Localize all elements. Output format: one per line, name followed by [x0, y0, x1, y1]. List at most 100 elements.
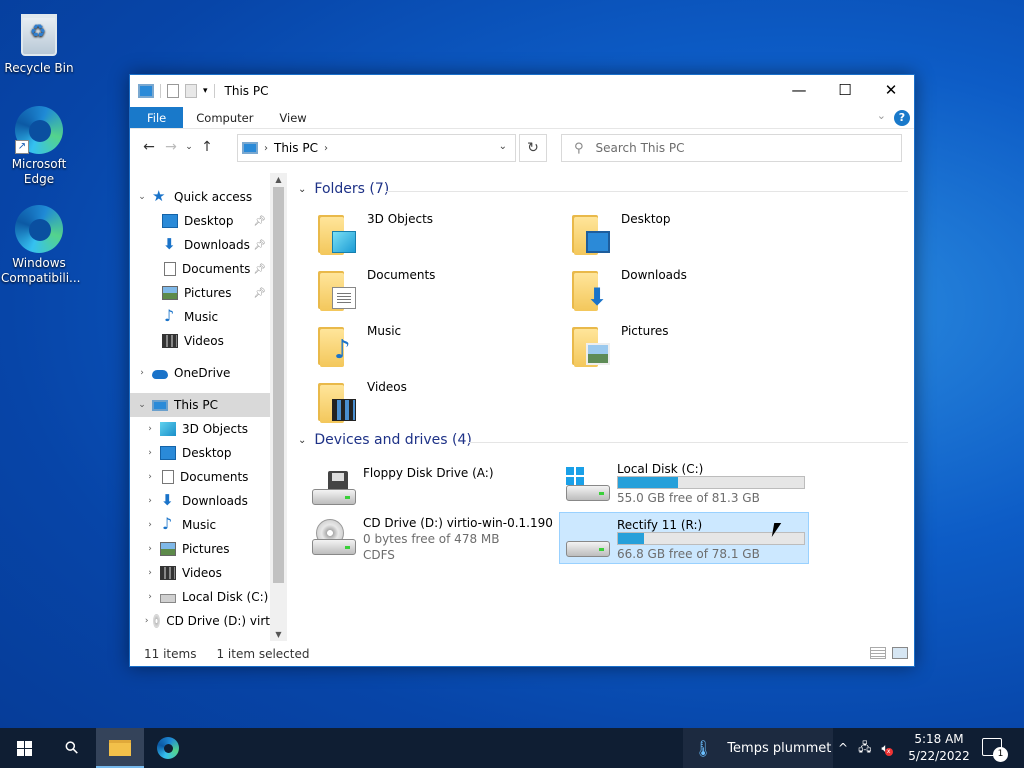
nav-item-label: Quick access: [174, 190, 253, 204]
recent-locations-chevron-icon[interactable]: ⌄: [182, 142, 196, 152]
back-arrow-icon[interactable]: ←: [138, 139, 160, 155]
nav-item-downloads[interactable]: Downloads 📌︎: [130, 233, 270, 257]
taskbar-file-explorer[interactable]: [96, 728, 144, 768]
nav-item-music[interactable]: › Music: [130, 513, 270, 537]
forward-arrow-icon[interactable]: →: [160, 139, 182, 155]
title-bar[interactable]: ▾ This PC — ☐ ✕: [130, 75, 914, 107]
expand-chevron-icon[interactable]: ›: [144, 424, 156, 434]
folder-item-3d-objects[interactable]: 3D Objects: [316, 209, 556, 265]
desktop-icon-recycle-bin[interactable]: Recycle Bin: [1, 10, 77, 76]
drive-name: Floppy Disk Drive (A:): [363, 466, 494, 480]
expand-chevron-icon[interactable]: ›: [144, 616, 149, 626]
nav-item-downloads[interactable]: › Downloads: [130, 489, 270, 513]
drive-usage-bar: [617, 476, 805, 489]
nav-item-music[interactable]: Music: [130, 305, 270, 329]
address-dropdown-chevron-icon[interactable]: ⌄: [499, 141, 507, 152]
expand-chevron-icon[interactable]: ›: [144, 448, 156, 458]
maximize-button[interactable]: ☐: [822, 75, 868, 105]
expand-chevron-icon[interactable]: ›: [136, 368, 148, 378]
action-center-icon[interactable]: 1: [982, 738, 1008, 762]
help-icon[interactable]: ?: [894, 110, 910, 126]
expand-chevron-icon[interactable]: ›: [144, 520, 156, 530]
nav-item-pictures[interactable]: Pictures 📌︎: [130, 281, 270, 305]
expand-chevron-icon[interactable]: ›: [144, 496, 156, 506]
tab-view[interactable]: View: [266, 107, 319, 128]
address-bar[interactable]: › This PC › ⌄: [237, 134, 516, 162]
collapse-chevron-icon[interactable]: ⌄: [298, 435, 306, 446]
tab-computer[interactable]: Computer: [183, 107, 266, 128]
folders-group-header[interactable]: ⌄ Folders (7): [298, 181, 389, 197]
expand-chevron-icon[interactable]: ›: [144, 592, 156, 602]
details-view-icon[interactable]: [870, 647, 886, 659]
folder-item-videos[interactable]: Videos: [316, 377, 556, 433]
close-button[interactable]: ✕: [868, 75, 914, 105]
drive-item-local-disk-c[interactable]: Local Disk (C:) 55.0 GB free of 81.3 GB: [560, 457, 810, 509]
nav-item-pictures[interactable]: › Pictures: [130, 537, 270, 561]
properties-icon[interactable]: [167, 84, 179, 98]
expand-chevron-icon[interactable]: ›: [144, 472, 156, 482]
minimize-button[interactable]: —: [776, 75, 822, 105]
expand-ribbon-chevron-icon[interactable]: ⌄: [877, 109, 886, 122]
drive-item-floppy-a[interactable]: Floppy Disk Drive (A:): [306, 461, 556, 513]
breadcrumb-chevron-icon[interactable]: ›: [264, 143, 268, 154]
start-button[interactable]: [0, 728, 48, 768]
thermometer-icon: 🌡︎: [693, 738, 714, 758]
expand-chevron-icon[interactable]: ›: [144, 544, 156, 554]
collapse-chevron-icon[interactable]: ⌄: [298, 184, 306, 195]
nav-item-videos[interactable]: Videos: [130, 329, 270, 353]
drive-item-cd-d[interactable]: CD Drive (D:) virtio-win-0.1.190 0 bytes…: [306, 511, 556, 565]
taskbar-edge[interactable]: [144, 728, 192, 768]
scroll-up-arrow-icon[interactable]: ▲: [270, 175, 287, 184]
collapse-chevron-icon[interactable]: ⌄: [136, 400, 148, 410]
volume-muted-icon[interactable]: 🔈︎ x: [881, 741, 893, 756]
network-icon[interactable]: 🖧︎: [858, 738, 871, 759]
item-count: 11 items: [144, 646, 197, 661]
expand-chevron-icon[interactable]: ›: [144, 568, 156, 578]
folder-item-desktop[interactable]: Desktop: [570, 209, 810, 265]
nav-item-label: Documents: [182, 262, 251, 276]
nav-item-label: Local Disk (C:): [182, 590, 269, 604]
nav-item-onedrive[interactable]: › OneDrive: [130, 361, 270, 385]
desktop-icon-label: Recycle Bin: [4, 61, 74, 75]
windows-disk-icon: [566, 467, 610, 503]
nav-item-quick-access[interactable]: ⌄ Quick access: [130, 185, 270, 209]
large-icons-view-icon[interactable]: [892, 647, 908, 659]
weather-widget[interactable]: 🌡︎ Temps plummet: [683, 728, 833, 768]
up-arrow-icon[interactable]: ↑: [196, 139, 218, 155]
folder-item-music[interactable]: Music: [316, 321, 556, 377]
scrollbar-thumb[interactable]: [273, 187, 284, 583]
breadcrumb-chevron-icon[interactable]: ›: [324, 143, 328, 154]
nav-item-desktop[interactable]: Desktop 📌︎: [130, 209, 270, 233]
scroll-down-arrow-icon[interactable]: ▼: [270, 630, 287, 639]
customize-toolbar-chevron-icon[interactable]: ▾: [203, 86, 208, 96]
desktop-icon-microsoft-edge[interactable]: ↗ Microsoft Edge: [1, 106, 77, 187]
disk-icon: [566, 523, 610, 559]
folder-item-downloads[interactable]: Downloads: [570, 265, 810, 321]
nav-item-this-pc[interactable]: ⌄ This PC: [130, 393, 270, 417]
nav-item-documents[interactable]: Documents 📌︎: [130, 257, 270, 281]
nav-item-videos[interactable]: › Videos: [130, 561, 270, 585]
tab-file[interactable]: File: [130, 107, 184, 128]
desktop-icon-windows-compatibility[interactable]: Windows Compatibili...: [1, 205, 80, 286]
nav-item-label: Pictures: [182, 542, 230, 556]
drive-usage-fill: [618, 477, 678, 488]
breadcrumb-this-pc[interactable]: This PC: [274, 141, 318, 155]
folder-item-pictures[interactable]: Pictures: [570, 321, 810, 377]
show-hidden-icons-chevron-icon[interactable]: ^: [838, 741, 848, 755]
search-button[interactable]: ⚲: [48, 728, 96, 768]
search-input[interactable]: ⚲ Search This PC: [561, 134, 902, 162]
drive-item-rectify-r[interactable]: Rectify 11 (R:) 66.8 GB free of 78.1 GB: [559, 512, 809, 564]
nav-item-desktop[interactable]: › Desktop: [130, 441, 270, 465]
drives-group-header[interactable]: ⌄ Devices and drives (4): [298, 432, 472, 448]
clock[interactable]: 5:18 AM 5/22/2022: [904, 731, 974, 765]
pictures-folder-icon: [570, 325, 612, 367]
nav-item-3d-objects[interactable]: › 3D Objects: [130, 417, 270, 441]
refresh-button[interactable]: ↻: [519, 134, 547, 162]
collapse-chevron-icon[interactable]: ⌄: [136, 192, 148, 202]
nav-item-local-disk-c[interactable]: › Local Disk (C:): [130, 585, 270, 609]
folder-item-documents[interactable]: Documents: [316, 265, 556, 321]
nav-item-documents[interactable]: › Documents: [130, 465, 270, 489]
navigation-scrollbar[interactable]: ▲ ▼: [270, 173, 287, 641]
nav-item-cd-drive-d[interactable]: › CD Drive (D:) virt: [130, 609, 270, 633]
new-folder-icon[interactable]: [185, 84, 197, 98]
